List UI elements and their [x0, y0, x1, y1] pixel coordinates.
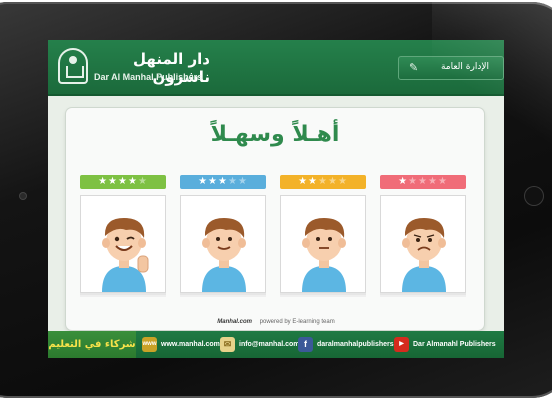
mood-picture-frame: [280, 195, 366, 293]
star-icon: ★: [427, 176, 438, 187]
footer-youtube-text: Dar Almanahl Publishers: [413, 341, 496, 348]
logo-head-shape: [69, 56, 77, 64]
boy-good-face-icon: [202, 218, 246, 292]
star-rating-ribbon: ★★★★★: [80, 175, 166, 189]
star-rating-ribbon: ★★★★★: [280, 175, 366, 189]
logo-english-text: Dar Al Manhal Publishers: [94, 72, 203, 82]
footer-youtube-link[interactable]: ▶ Dar Almanahl Publishers: [394, 337, 496, 352]
rating-card[interactable]: ★★★★★: [280, 175, 366, 293]
tablet-device: دار المنهل ناشرون Dar Al Manhal Publishe…: [0, 0, 552, 400]
partner-label[interactable]: شركاء في التعليم: [48, 331, 136, 358]
star-icon: ★: [198, 176, 209, 187]
star-rating-ribbon: ★★★★★: [380, 175, 466, 189]
mood-picture-frame: [380, 195, 466, 293]
mood-picture-frame: [180, 195, 266, 293]
powered-text: powered by E-learning team: [259, 319, 335, 325]
footer: شركاء في التعليم www www.manhal.com ✉ in…: [48, 331, 504, 358]
footer-email-link[interactable]: ✉ info@manhal.com: [220, 337, 300, 352]
star-icon: ★: [208, 176, 219, 187]
footer-email-text: info@manhal.com: [239, 341, 300, 348]
star-icon: ★: [137, 176, 148, 187]
powered-brand: Manhal.com: [217, 319, 252, 325]
logo-book-shape: [66, 66, 84, 78]
star-icon: ★: [127, 176, 138, 187]
admin-button-label: الإدارة العامة: [440, 62, 489, 72]
star-icon: ★: [398, 176, 409, 187]
facebook-icon: f: [298, 337, 313, 352]
star-rating-ribbon: ★★★★★: [180, 175, 266, 189]
star-icon: ★: [98, 176, 109, 187]
powered-by: Manhal.com powered by E-learning team: [48, 319, 504, 325]
star-icon: ★: [308, 176, 319, 187]
rating-card[interactable]: ★★★★★: [380, 175, 466, 293]
star-icon: ★: [408, 176, 419, 187]
admin-button[interactable]: ✎ الإدارة العامة: [398, 56, 504, 80]
star-icon: ★: [327, 176, 338, 187]
star-icon: ★: [418, 176, 428, 187]
youtube-icon: ▶: [394, 337, 409, 352]
star-icon: ★: [218, 176, 228, 187]
star-icon: ★: [337, 176, 348, 187]
footer-facebook-link[interactable]: f daralmanhalpublishers: [298, 337, 394, 352]
mail-icon: ✉: [220, 337, 235, 352]
star-icon: ★: [437, 176, 448, 187]
boy-excellent-face-icon: [102, 218, 149, 292]
mood-picture-frame: [80, 195, 166, 293]
star-icon: ★: [108, 176, 119, 187]
star-icon: ★: [118, 176, 128, 187]
footer-website-text: www.manhal.com: [161, 341, 220, 348]
welcome-panel: أهـلاً وسهـلاً ★★★★★ ★★★★★ ★★★★★ ★★★★★: [66, 108, 484, 330]
boy-poor-face-icon: [402, 218, 446, 292]
star-icon: ★: [318, 176, 328, 187]
logo-icon[interactable]: [58, 48, 88, 84]
star-icon: ★: [298, 176, 309, 187]
home-button[interactable]: [524, 186, 544, 206]
star-icon: ★: [237, 176, 248, 187]
www-icon: www: [142, 337, 157, 352]
star-icon: ★: [227, 176, 238, 187]
rating-card[interactable]: ★★★★★: [80, 175, 166, 293]
app-screen: دار المنهل ناشرون Dar Al Manhal Publishe…: [48, 40, 504, 358]
header: دار المنهل ناشرون Dar Al Manhal Publishe…: [48, 40, 504, 96]
rating-card[interactable]: ★★★★★: [180, 175, 266, 293]
footer-facebook-text: daralmanhalpublishers: [317, 341, 394, 348]
boy-average-face-icon: [302, 218, 346, 292]
footer-website-link[interactable]: www www.manhal.com: [142, 337, 220, 352]
pencil-icon: ✎: [409, 61, 419, 74]
page-title: أهـلاً وسهـلاً: [210, 122, 340, 147]
camera-icon: [20, 193, 26, 199]
